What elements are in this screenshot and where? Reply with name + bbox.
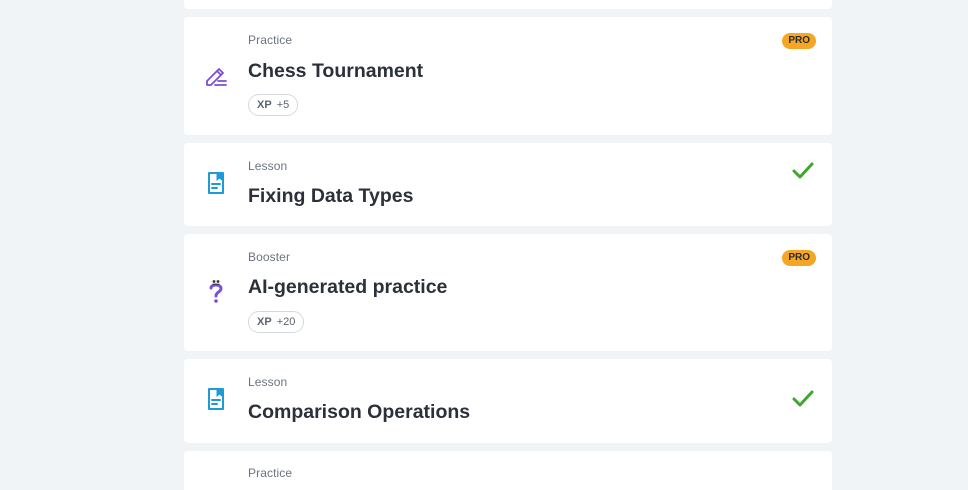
- list-item-ai-generated-practice[interactable]: Booster AI-generated practice XP +20 PRO: [184, 234, 832, 351]
- item-title: AI-generated practice: [248, 276, 448, 298]
- xp-value: +5: [276, 99, 290, 111]
- list-item-comparison-operations[interactable]: Lesson Comparison Operations: [184, 359, 832, 443]
- list-item-chess-tournament[interactable]: Practice Chess Tournament XP +5 PRO: [184, 17, 832, 135]
- document-bookmark-icon: [208, 388, 224, 410]
- item-type-label: Booster: [248, 250, 291, 264]
- xp-badge: XP +5: [248, 94, 299, 116]
- list-item-fixing-data-types[interactable]: Lesson Fixing Data Types: [184, 143, 832, 226]
- xp-label: XP: [257, 99, 272, 111]
- pro-badge: PRO: [782, 250, 816, 266]
- pro-badge: PRO: [782, 33, 816, 49]
- xp-badge: XP +20: [248, 311, 305, 333]
- xp-value: +20: [276, 316, 296, 328]
- item-title: Chess Tournament: [248, 60, 424, 82]
- pencil-icon: [206, 68, 227, 86]
- item-type-label: Lesson: [248, 375, 288, 389]
- check-icon: [792, 162, 814, 179]
- list-item-practice-partial[interactable]: Practice: [184, 451, 832, 490]
- question-mark-icon: [209, 280, 223, 303]
- item-title: Comparison Operations: [248, 401, 471, 423]
- item-type-label: Practice: [248, 466, 293, 480]
- check-icon: [792, 390, 814, 407]
- item-type-label: Practice: [248, 33, 293, 47]
- document-bookmark-icon: [208, 172, 224, 194]
- list-item-partial-top[interactable]: [184, 0, 832, 9]
- item-title: Fixing Data Types: [248, 185, 414, 207]
- item-type-label: Lesson: [248, 159, 288, 173]
- xp-label: XP: [257, 316, 272, 328]
